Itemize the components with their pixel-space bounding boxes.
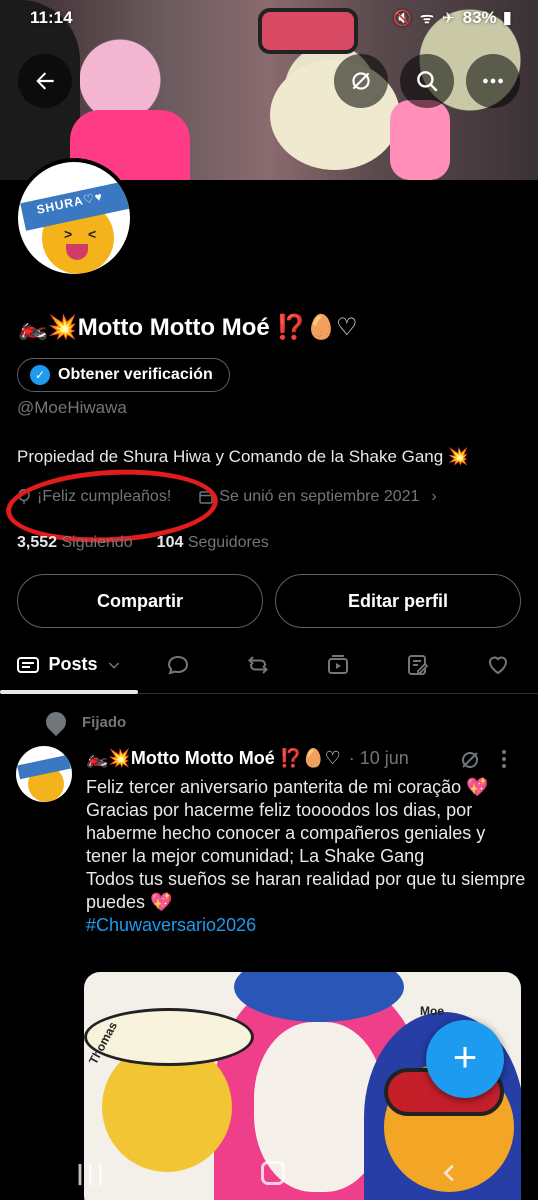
recents-button[interactable]: ||| — [77, 1160, 107, 1186]
profile-tabs: Posts — [0, 636, 538, 694]
compose-button[interactable]: + — [426, 1020, 504, 1098]
chevron-right-icon[interactable]: › — [431, 488, 436, 506]
article-icon — [408, 654, 429, 675]
repost-icon — [248, 655, 268, 674]
tab-reposts[interactable] — [218, 636, 298, 693]
heart-icon — [488, 656, 508, 674]
arrow-left-icon — [36, 72, 54, 90]
more-icon — [483, 78, 503, 84]
posts-icon — [17, 656, 40, 673]
avatar-eye-right: < — [88, 226, 97, 242]
tweet-line-1: Feliz tercer aniversario panterita de mi… — [86, 777, 489, 797]
followers-link[interactable]: 104 Seguidores — [157, 534, 269, 552]
grok-icon — [462, 752, 478, 768]
edit-profile-button[interactable]: Editar perfil — [275, 574, 521, 628]
system-nav-bar: ||| — [0, 1146, 538, 1200]
system-back-icon[interactable] — [439, 1162, 461, 1184]
verified-badge-icon: ✓ — [30, 365, 50, 385]
plus-icon: + — [452, 1033, 478, 1080]
tweet-author[interactable]: 🏍️💥Motto Motto Moé ⁉️🥚♡ — [86, 748, 341, 769]
follow-stats: 3,552 Siguiendo 104 Seguidores — [17, 534, 269, 552]
pin-icon — [41, 707, 71, 737]
status-time: 11:14 — [30, 8, 73, 27]
search-icon — [417, 71, 438, 92]
profile-bio: Propiedad de Shura Hiwa y Comando de la … — [17, 447, 470, 466]
home-button[interactable] — [261, 1161, 286, 1185]
status-right: 🔇 ᯤ ✈ 83% ▮ — [393, 8, 512, 28]
profile-handle: @MoeHiwawa — [17, 398, 127, 417]
tweet-header: 🏍️💥Motto Motto Moé ⁉️🥚♡ · 10 jun — [86, 748, 409, 769]
avatar-eye-left: > — [64, 226, 73, 242]
get-verified-button[interactable]: ✓ Obtener verificación — [17, 358, 230, 392]
status-icons: 🔇 ᯤ ✈ — [393, 10, 457, 27]
tweet-avatar[interactable] — [16, 746, 72, 802]
balloon-icon — [18, 489, 30, 504]
pinned-indicator: Fijado — [41, 707, 127, 737]
tab-posts[interactable]: Posts — [0, 636, 138, 694]
tab-posts-label: Posts — [48, 654, 98, 674]
tab-likes[interactable] — [458, 636, 538, 693]
search-button[interactable] — [400, 54, 454, 108]
battery-level: 83% — [462, 8, 497, 27]
tweet-hashtag[interactable]: #Chuwaversario2026 — [86, 914, 526, 937]
tab-replies[interactable] — [138, 636, 218, 693]
media-icon — [328, 654, 348, 674]
status-bar: 11:14 🔇 ᯤ ✈ 83% ▮ — [0, 0, 538, 36]
more-vertical-icon — [502, 750, 506, 768]
back-button[interactable] — [18, 54, 72, 108]
tab-media[interactable] — [298, 636, 378, 693]
tab-articles[interactable] — [378, 636, 458, 693]
share-button[interactable]: Compartir — [17, 574, 263, 628]
grok-icon — [352, 72, 370, 90]
tweet-text: Feliz tercer aniversario panterita de mi… — [86, 776, 526, 937]
battery-icon: ▮ — [502, 8, 512, 27]
profile-meta: ¡Feliz cumpleaños! Se unió en septiembre… — [17, 488, 437, 506]
pinned-label: Fijado — [82, 713, 127, 731]
calendar-icon — [199, 491, 214, 504]
grok-button[interactable] — [334, 54, 388, 108]
tweet-grok-button[interactable] — [458, 748, 482, 777]
get-verified-label: Obtener verificación — [58, 366, 213, 383]
tweet-line-3: Todos tus sueños se haran realidad por q… — [86, 869, 526, 912]
art-label-moe: Moe — [420, 1004, 444, 1018]
tweet-more-button[interactable] — [500, 748, 508, 770]
following-link[interactable]: 3,552 Siguiendo — [17, 534, 133, 552]
profile-avatar[interactable]: SHURA♡♥ > < — [14, 158, 134, 278]
joined-date: Se unió en septiembre 2021 — [219, 488, 420, 505]
tweet-date[interactable]: · 10 jun — [349, 748, 409, 769]
profile-name: 🏍️💥Motto Motto Moé ⁉️🥚♡ — [18, 314, 358, 341]
avatar-image: SHURA♡♥ > < — [18, 162, 130, 274]
reply-icon — [167, 655, 189, 674]
more-button[interactable] — [466, 54, 520, 108]
birthday-text: ¡Feliz cumpleaños! — [37, 488, 172, 505]
banner-art-arm — [390, 100, 450, 180]
chevron-down-icon — [108, 661, 119, 669]
tweet-line-2: Gracias por hacerme feliz toooodos los d… — [86, 800, 486, 866]
